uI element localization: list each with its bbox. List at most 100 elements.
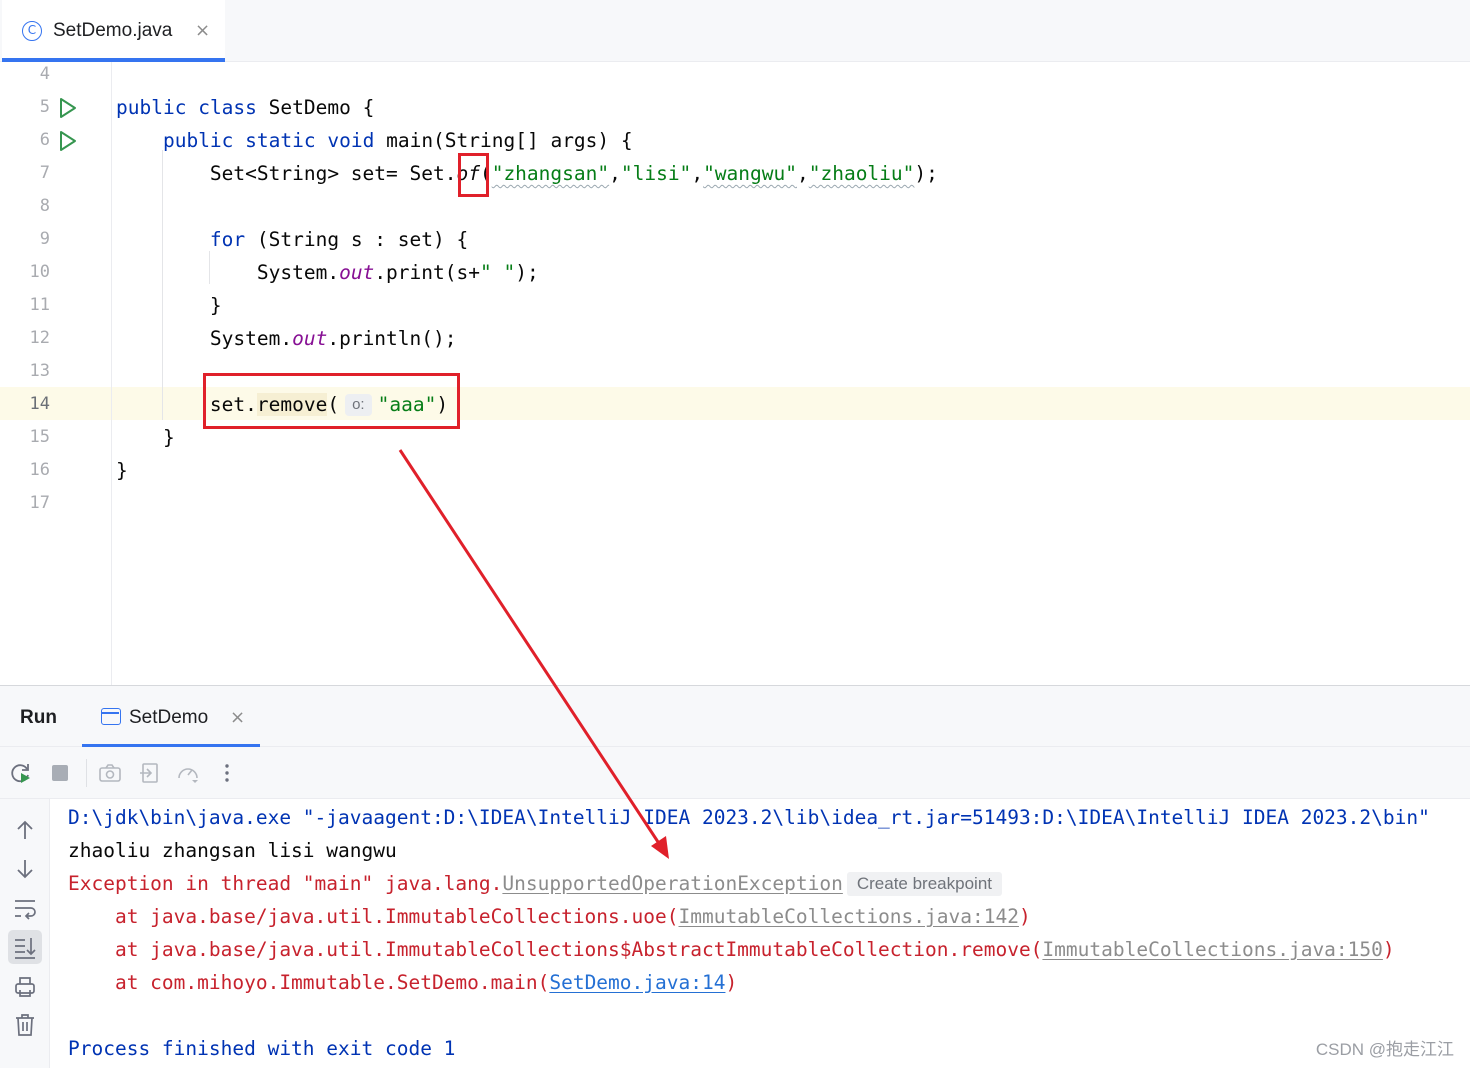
stack-trace-text: at java.base/java.util.ImmutableCollecti… — [68, 938, 1043, 961]
line-number: 5 — [39, 97, 50, 117]
line-number: 11 — [29, 295, 50, 315]
profiler-icon[interactable] — [176, 761, 200, 785]
source-link[interactable]: SetDemo.java:14 — [549, 971, 725, 994]
line-number: 16 — [29, 460, 50, 480]
code-text: Set<String> set= Set. — [209, 162, 457, 185]
code-line-16: } — [116, 454, 128, 487]
stop-icon[interactable] — [48, 761, 72, 785]
string-literal: "lisi" — [620, 162, 692, 185]
run-config-icon — [101, 708, 121, 725]
code-text: , — [796, 162, 809, 185]
line-number: 6 — [39, 130, 50, 150]
code-text: } — [209, 294, 222, 317]
run-main-icon[interactable] — [58, 130, 78, 152]
scroll-to-end-icon[interactable] — [12, 934, 38, 960]
restore-layout-icon[interactable] — [138, 761, 162, 785]
code-line-7: Set<String> set= Set.of("zhangsan","lisi… — [116, 157, 938, 190]
run-toolbar — [0, 747, 1470, 799]
line-number: 10 — [29, 262, 50, 282]
stack-trace-text: ) — [1018, 905, 1031, 928]
line-number: 9 — [39, 229, 50, 249]
print-icon[interactable] — [12, 974, 38, 1000]
line-number: 15 — [29, 427, 50, 447]
code-text: , — [691, 162, 704, 185]
stack-trace-text: at com.mihoyo.Immutable.SetDemo.main( — [68, 971, 550, 994]
run-tab-setdemo[interactable]: SetDemo × — [82, 686, 260, 748]
keyword: class — [198, 96, 257, 119]
soft-wrap-icon[interactable] — [12, 895, 38, 921]
run-panel-title: Run — [20, 707, 57, 728]
line-number: 13 — [29, 361, 50, 381]
java-class-icon: C — [22, 21, 42, 41]
keyword: public — [162, 129, 234, 152]
rerun-icon[interactable] — [9, 761, 33, 785]
keyword: static — [245, 129, 316, 152]
string-literal: "zhaoliu" — [808, 162, 915, 185]
code-text: } — [116, 459, 128, 482]
code-text: System. — [209, 327, 293, 350]
line-number: 17 — [29, 493, 50, 513]
close-icon[interactable]: × — [195, 20, 210, 41]
code-line-11: } — [116, 289, 222, 322]
more-options-icon[interactable] — [215, 761, 239, 785]
stack-trace-line: at com.mihoyo.Immutable.SetDemo.main(Set… — [68, 966, 737, 999]
code-text: ); — [914, 162, 938, 185]
annotation-box-remove — [203, 373, 460, 429]
static-field: out — [339, 261, 375, 284]
line-number-current: 14 — [29, 394, 50, 414]
trash-icon[interactable] — [12, 1012, 38, 1038]
console-command-line: D:\jdk\bin\java.exe "-javaagent:D:\IDEA\… — [68, 806, 1430, 829]
editor-tab-bar: C SetDemo.java × — [0, 0, 1470, 62]
code-text: ); — [515, 261, 539, 284]
create-breakpoint-button[interactable]: Create breakpoint — [846, 872, 1002, 896]
editor-tab-setdemo[interactable]: C SetDemo.java × — [2, 0, 225, 62]
toolbar-separator — [86, 759, 87, 787]
code-editor[interactable]: 4 5 6 7 8 9 10 11 12 13 14 15 16 17 publ… — [0, 62, 1470, 685]
code-text: .println(); — [327, 327, 457, 350]
code-text: (String s : set) { — [245, 228, 469, 251]
run-panel-header: Run SetDemo × — [0, 685, 1470, 748]
code-line-12: System.out.println(); — [116, 322, 457, 355]
code-line-9: for (String s : set) { — [116, 223, 468, 256]
stack-trace-line: at java.base/java.util.ImmutableCollecti… — [68, 900, 1031, 933]
string-literal: "zhangsan" — [491, 162, 610, 185]
keyword: void — [327, 129, 375, 152]
console-exit-line: Process finished with exit code 1 — [68, 1037, 456, 1060]
code-text: main(String[] args) { — [386, 129, 633, 152]
static-field: out — [292, 327, 328, 350]
code-line-6: public static void main(String[] args) { — [116, 124, 633, 157]
editor-tab-label: SetDemo.java — [53, 20, 173, 41]
console-output[interactable]: D:\jdk\bin\java.exe "-javaagent:D:\IDEA\… — [50, 799, 1470, 1068]
run-class-icon[interactable] — [58, 97, 78, 119]
exception-class-link[interactable]: UnsupportedOperationException — [502, 872, 842, 895]
console-output-line: zhaoliu zhangsan lisi wangwu — [68, 839, 397, 862]
line-number-gutter: 4 5 6 7 8 9 10 11 12 13 14 15 16 17 — [0, 62, 112, 685]
source-link[interactable]: ImmutableCollections.java:142 — [678, 905, 1018, 928]
code-text: System. — [256, 261, 340, 284]
annotation-box-of — [458, 153, 489, 197]
camera-icon[interactable] — [98, 761, 122, 785]
code-line-5: public class SetDemo { — [116, 91, 374, 124]
string-literal: "wangwu" — [703, 162, 797, 185]
arrow-up-icon[interactable] — [12, 817, 38, 843]
run-tab-label: SetDemo — [129, 707, 209, 728]
line-number: 8 — [39, 196, 50, 216]
console-exception-line: Exception in thread "main" java.lang.Uns… — [68, 867, 1002, 900]
code-text: .print(s+ — [374, 261, 480, 284]
code-line-10: System.out.print(s+" "); — [116, 256, 539, 289]
exception-text: Exception in thread "main" java.lang. — [68, 872, 503, 895]
source-link[interactable]: ImmutableCollections.java:150 — [1042, 938, 1382, 961]
keyword: for — [209, 228, 246, 251]
stack-trace-line: at java.base/java.util.ImmutableCollecti… — [68, 933, 1395, 966]
stack-trace-text: at java.base/java.util.ImmutableCollecti… — [68, 905, 679, 928]
string-literal: " " — [479, 261, 516, 284]
arrow-down-icon[interactable] — [12, 856, 38, 882]
code-text: } — [162, 426, 175, 449]
line-number: 7 — [39, 163, 50, 183]
line-number: 12 — [29, 328, 50, 348]
stack-trace-text: ) — [1382, 938, 1395, 961]
code-text: , — [609, 162, 621, 185]
close-icon[interactable]: × — [230, 707, 245, 728]
code-line-15: } — [116, 421, 175, 454]
watermark: CSDN @抱走江江 — [1315, 1040, 1454, 1059]
